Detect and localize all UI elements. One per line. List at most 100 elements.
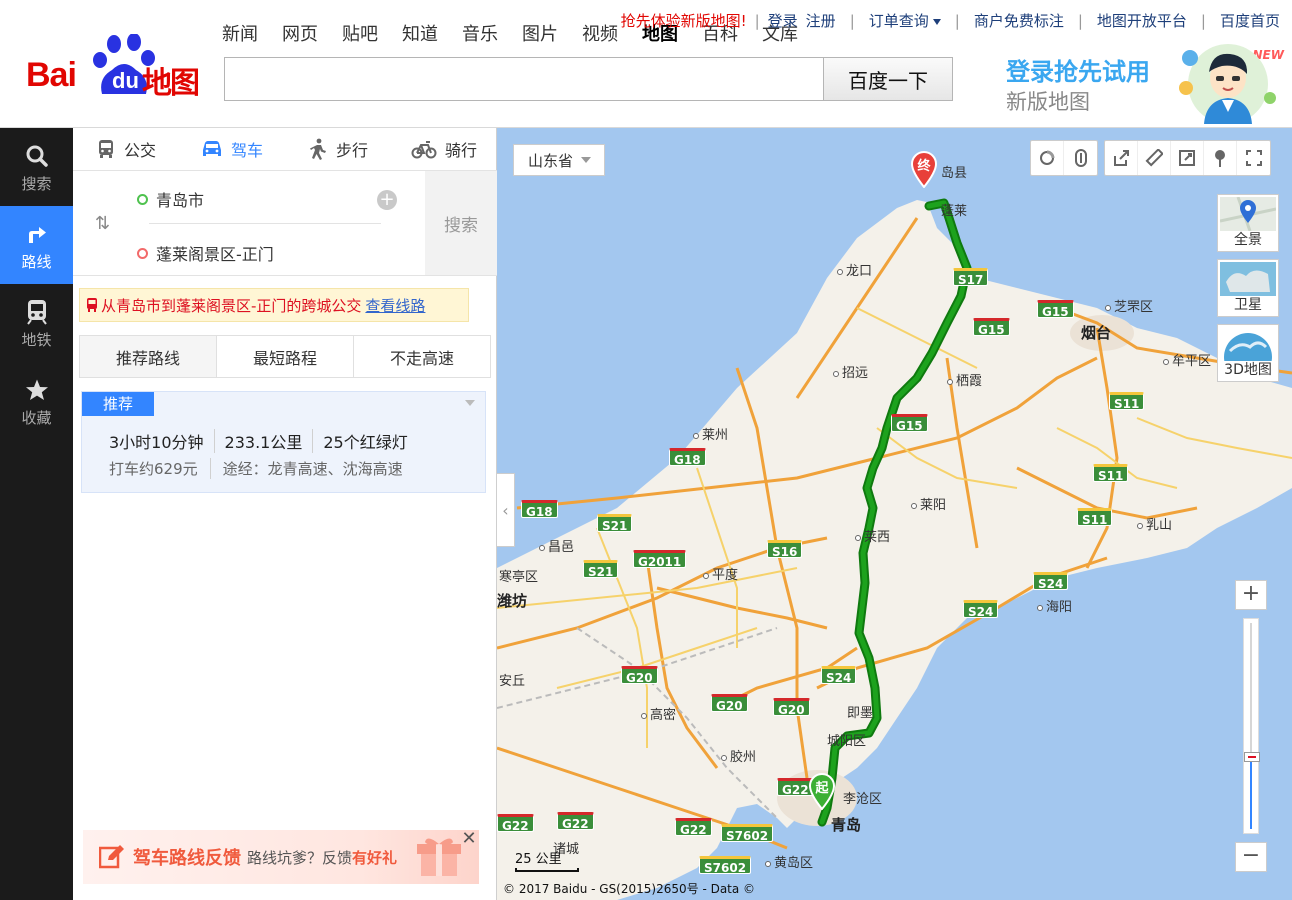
start-point-field[interactable]: 青岛市 bbox=[137, 187, 204, 211]
traffic-layer-icon[interactable] bbox=[1031, 141, 1064, 175]
order-query-link[interactable]: 订单查询 bbox=[869, 10, 941, 31]
start-pin-marker[interactable]: 起 bbox=[807, 772, 837, 811]
map-label: 安丘 bbox=[499, 674, 526, 689]
location-pin-icon[interactable] bbox=[1204, 141, 1237, 175]
expand-caret-icon[interactable] bbox=[465, 400, 475, 406]
sidebar-item-route[interactable]: 路线 bbox=[0, 206, 73, 284]
nav-news[interactable]: 新闻 bbox=[222, 24, 258, 46]
panorama-view-button[interactable]: 全景 bbox=[1217, 194, 1279, 252]
nav-web[interactable]: 网页 bbox=[282, 24, 318, 46]
end-point-value: 蓬莱阁景区-正门 bbox=[156, 245, 274, 264]
fullscreen-icon[interactable] bbox=[1237, 141, 1270, 175]
province-selector[interactable]: 山东省 bbox=[513, 144, 605, 176]
sidebar-item-label: 搜索 bbox=[21, 174, 52, 193]
sidebar-item-favorites[interactable]: 收藏 bbox=[0, 362, 73, 440]
tab-recommended[interactable]: 推荐路线 bbox=[80, 336, 217, 377]
baidu-map-logo[interactable]: Bai du 地图 bbox=[24, 34, 209, 101]
zoom-slider[interactable] bbox=[1243, 618, 1260, 834]
highway-shield: S21 bbox=[597, 514, 633, 533]
map-label: 蓬莱 bbox=[941, 204, 968, 219]
nav-music[interactable]: 音乐 bbox=[462, 24, 498, 46]
highway-shield: S7602 bbox=[721, 824, 774, 843]
subway-layer-icon[interactable] bbox=[1064, 141, 1097, 175]
search-icon bbox=[25, 141, 49, 171]
map-label-text: 龙口 bbox=[846, 264, 873, 279]
start-pin-label: 起 bbox=[815, 781, 829, 796]
add-waypoint-icon[interactable]: + bbox=[377, 190, 397, 210]
zoom-in-button[interactable]: + bbox=[1235, 580, 1267, 610]
mascot-illustration-icon bbox=[1179, 44, 1276, 124]
end-pin-marker[interactable]: 终 bbox=[909, 150, 939, 189]
mode-drive[interactable]: 驾车 bbox=[179, 128, 285, 170]
search-button[interactable]: 百度一下 bbox=[823, 57, 953, 101]
zoom-out-button[interactable]: − bbox=[1235, 842, 1267, 872]
nav-tieba[interactable]: 贴吧 bbox=[342, 24, 378, 46]
route-search-button[interactable]: 搜索 bbox=[425, 171, 497, 275]
map-copyright: © 2017 Baidu - GS(2015)2650号 - Data © bbox=[503, 882, 756, 896]
ruler-icon[interactable] bbox=[1138, 141, 1171, 175]
map-label-text: 莱州 bbox=[702, 428, 729, 443]
search-input[interactable] bbox=[224, 57, 824, 101]
sidebar-item-search[interactable]: 搜索 bbox=[0, 128, 73, 206]
try-new-map-link[interactable]: 抢先体验新版地图! bbox=[621, 10, 747, 31]
caret-down-icon bbox=[581, 157, 592, 163]
map-label-text: 莱阳 bbox=[920, 498, 947, 513]
recommended-tag: 推荐 bbox=[82, 392, 154, 416]
zoom-level-fill bbox=[1250, 762, 1252, 829]
zoom-handle[interactable] bbox=[1244, 752, 1260, 762]
highway-shield: S11 bbox=[1093, 464, 1129, 483]
mode-bus[interactable]: 公交 bbox=[73, 128, 179, 170]
highway-shield: G22 bbox=[497, 814, 534, 833]
collapse-panel-icon[interactable]: ‹ bbox=[497, 473, 515, 547]
login-link[interactable]: 登录 bbox=[768, 10, 798, 31]
separator: | bbox=[1077, 11, 1083, 30]
new-map-banner[interactable]: 登录抢先试用 新版地图 NEW bbox=[1000, 34, 1288, 126]
nav-images[interactable]: 图片 bbox=[522, 24, 558, 46]
mode-label: 骑行 bbox=[444, 141, 477, 160]
map-label-text: 胶州 bbox=[730, 750, 757, 765]
nav-video[interactable]: 视频 bbox=[582, 24, 618, 46]
feedback-sub-prefix: 路线坑爹？反馈 bbox=[247, 848, 353, 867]
taxi-fare: 打车约629元 bbox=[109, 458, 211, 479]
open-platform-link[interactable]: 地图开放平台 bbox=[1097, 10, 1187, 31]
tab-no-highway[interactable]: 不走高速 bbox=[354, 336, 490, 377]
tool-group bbox=[1104, 140, 1271, 176]
logo-ditu-text: 地图 bbox=[142, 66, 200, 101]
screenshot-icon[interactable] bbox=[1171, 141, 1204, 175]
register-link[interactable]: 注册 bbox=[806, 10, 836, 31]
view-bus-route-link[interactable]: 查看线路 bbox=[365, 295, 425, 316]
close-feedback-icon[interactable]: ✕ bbox=[460, 830, 478, 849]
sidebar-item-subway[interactable]: 地铁 bbox=[0, 284, 73, 362]
top-links: 抢先体验新版地图! | 登录 注册 | 订单查询 | 商户免费标注 | 地图开放… bbox=[621, 10, 1280, 31]
tab-shortest[interactable]: 最短路程 bbox=[217, 336, 354, 377]
mode-bike[interactable]: 骑行 bbox=[391, 128, 497, 170]
scale-label: 25 公里 bbox=[515, 852, 562, 867]
map-label-text: 平度 bbox=[712, 568, 739, 583]
merchant-mark-link[interactable]: 商户免费标注 bbox=[974, 10, 1064, 31]
route-feedback-banner[interactable]: 驾车路线反馈 路线坑爹？反馈有好礼 bbox=[83, 830, 479, 884]
nav-zhidao[interactable]: 知道 bbox=[402, 24, 438, 46]
walk-icon bbox=[309, 138, 326, 160]
satellite-view-button[interactable]: 卫星 bbox=[1217, 259, 1279, 317]
highway-shield: S24 bbox=[963, 600, 999, 619]
mode-walk[interactable]: 步行 bbox=[285, 128, 391, 170]
map-label: 海阳 bbox=[1037, 596, 1072, 615]
highway-shield: G15 bbox=[973, 318, 1010, 337]
baidu-home-link[interactable]: 百度首页 bbox=[1220, 10, 1280, 31]
map-label-text: 栖霞 bbox=[956, 374, 983, 389]
separator: | bbox=[954, 11, 960, 30]
route-result-card[interactable]: 推荐 3小时10分钟 233.1公里 25个红绿灯 打车约629元 途经：龙青高… bbox=[81, 391, 486, 493]
highway-shield: S11 bbox=[1077, 508, 1113, 527]
swap-endpoints-icon[interactable]: ⇅ bbox=[95, 213, 110, 234]
highway-shield: S17 bbox=[953, 268, 989, 287]
map-canvas[interactable]: 岛县 蓬莱 龙口 芝罘区 烟台 牟平区 招远 栖霞 莱州 莱阳 莱西 乳山 昌邑… bbox=[497, 128, 1292, 900]
highway-shield: S7602 bbox=[699, 856, 752, 875]
bike-icon bbox=[411, 141, 437, 159]
zoom-control: + − bbox=[1235, 580, 1267, 880]
map-label: 黄岛区 bbox=[765, 852, 813, 871]
3d-view-button[interactable]: 3D地图 bbox=[1217, 324, 1279, 382]
map-label-text: 黄岛区 bbox=[774, 856, 814, 871]
end-point-field[interactable]: 蓬莱阁景区-正门 bbox=[137, 241, 274, 265]
map-label: 乳山 bbox=[1137, 514, 1172, 533]
share-icon[interactable] bbox=[1105, 141, 1138, 175]
